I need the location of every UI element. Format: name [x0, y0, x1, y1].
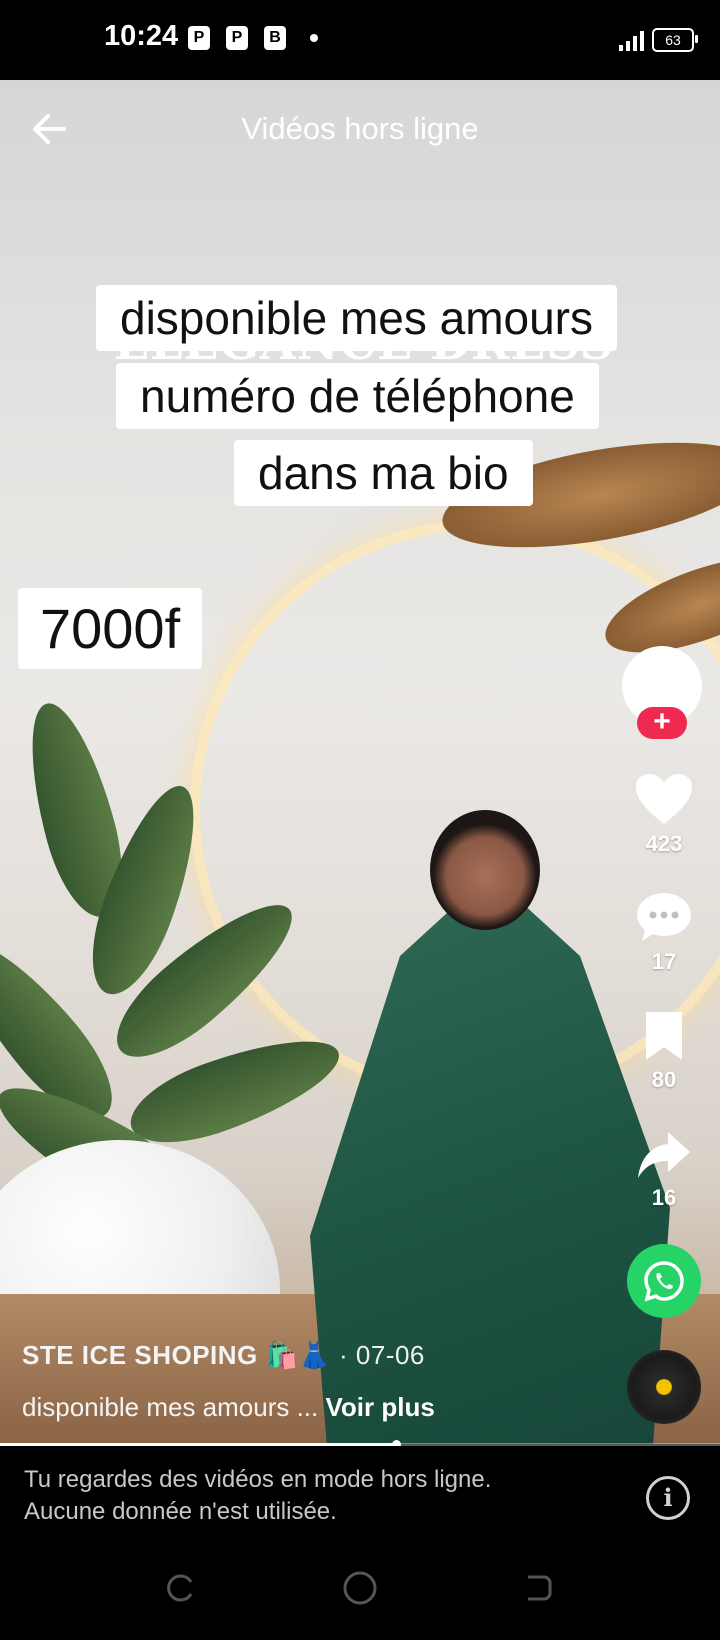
status-right: 63: [619, 28, 698, 52]
news-app-icon: P: [226, 26, 248, 50]
caption-line-3: dans ma bio: [234, 440, 533, 506]
offline-line-2: Aucune donnée n'est utilisée.: [24, 1498, 337, 1525]
parking-app-icon: P: [188, 26, 210, 50]
comment-count: 17: [651, 949, 677, 974]
follow-button[interactable]: +: [637, 707, 687, 739]
share-button[interactable]: 16: [624, 1130, 704, 1211]
battery-icon: 63: [652, 28, 698, 52]
post-description: disponible mes amours ... Voir plus: [22, 1392, 435, 1423]
status-time: 10:24: [104, 20, 179, 52]
status-app-icons: P P B: [188, 26, 318, 50]
share-count: 16: [651, 1185, 677, 1210]
notification-dot-icon: [310, 34, 318, 42]
offline-message: Tu regardes des vidéos en mode hors lign…: [24, 1464, 491, 1528]
home-icon[interactable]: [342, 1570, 378, 1606]
recent-apps-icon[interactable]: [164, 1572, 196, 1604]
comment-icon: [637, 893, 691, 941]
bookmark-icon: [646, 1012, 682, 1060]
author-emoji: 🛍️👗: [265, 1340, 332, 1370]
whatsapp-icon: [644, 1261, 684, 1302]
caption-line-1: disponible mes amours: [96, 285, 618, 351]
music-disc-icon[interactable]: [627, 1350, 701, 1424]
status-bar: 10:24 P P B 63: [0, 0, 720, 80]
post-date: · 07-06: [338, 1340, 425, 1370]
like-button[interactable]: 423: [624, 772, 704, 857]
share-arrow-icon: [638, 1132, 690, 1178]
back-nav-icon[interactable]: [522, 1572, 554, 1604]
model-head: [430, 810, 540, 930]
bank-app-icon: B: [264, 26, 286, 50]
page-title: Vidéos hors ligne: [241, 111, 479, 146]
heart-icon: [636, 774, 692, 824]
battery-level: 63: [665, 32, 681, 48]
save-count: 80: [651, 1067, 677, 1092]
post-author-row[interactable]: STE ICE SHOPING 🛍️👗 · 07-06: [22, 1340, 425, 1371]
system-nav-bar: [0, 1550, 720, 1640]
top-bar: Vidéos hors ligne: [0, 95, 720, 165]
offline-line-1: Tu regardes des vidéos en mode hors lign…: [24, 1466, 492, 1493]
like-count: 423: [645, 831, 683, 856]
whatsapp-share-button[interactable]: [627, 1244, 701, 1318]
see-more-link[interactable]: Voir plus: [325, 1392, 434, 1422]
video-player[interactable]: ÉLÉGANCE DRESS disponible mes amours num…: [0, 80, 720, 1444]
author-name[interactable]: STE ICE SHOPING: [22, 1340, 258, 1370]
caption-line-2: numéro de téléphone: [116, 363, 599, 429]
info-button[interactable]: i: [646, 1476, 690, 1520]
price-tag: 7000f: [18, 588, 203, 669]
bookmark-button[interactable]: 80: [624, 1010, 704, 1093]
offline-banner: Tu regardes des vidéos en mode hors lign…: [0, 1446, 720, 1550]
comment-button[interactable]: 17: [624, 890, 704, 975]
description-text: disponible mes amours ...: [22, 1392, 319, 1422]
signal-icon: [619, 29, 644, 51]
